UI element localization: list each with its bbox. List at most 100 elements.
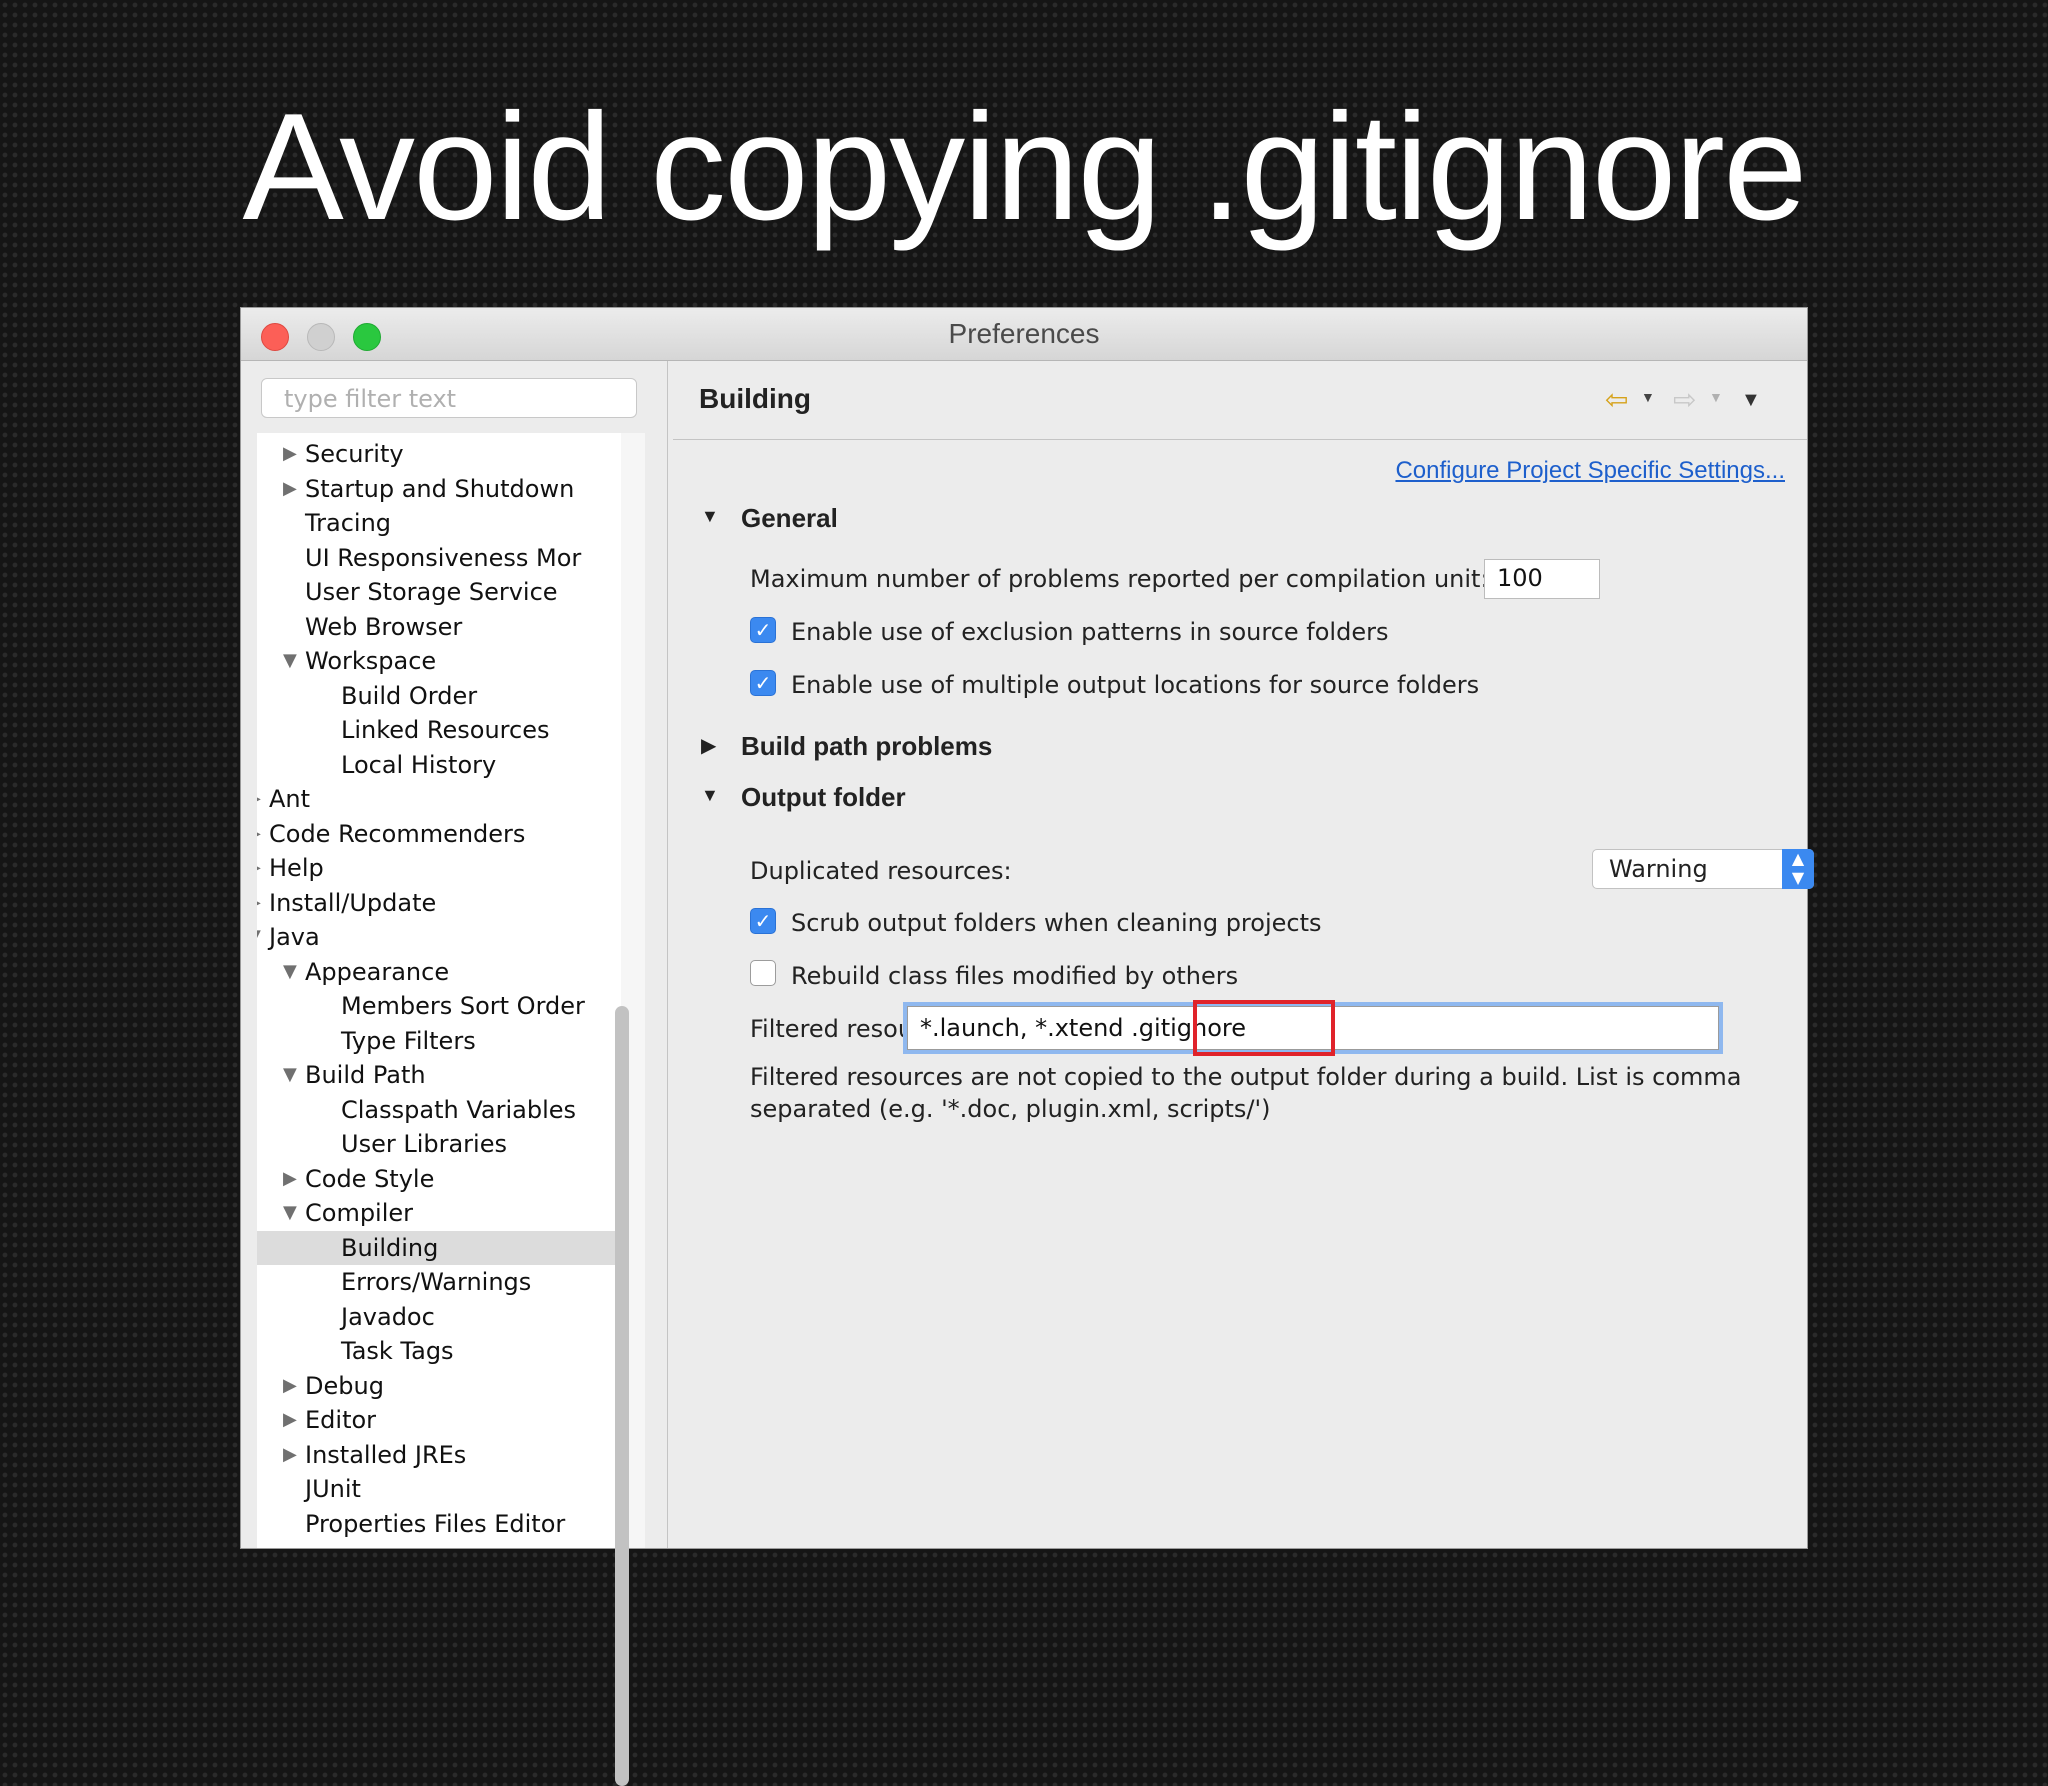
tree-item[interactable]: Type Filters: [257, 1024, 621, 1058]
tree-item-label: Ant: [269, 785, 311, 813]
tree-item[interactable]: User Libraries: [257, 1127, 621, 1161]
expanded-triangle-icon[interactable]: ▼: [283, 955, 297, 989]
collapsed-triangle-icon[interactable]: ▶: [283, 1403, 297, 1437]
tree-item[interactable]: ▼ Workspace: [257, 644, 621, 678]
collapsed-triangle-icon[interactable]: ▶: [283, 1438, 297, 1472]
tree-item-label: Installed JREs: [305, 1440, 467, 1469]
collapsed-triangle-icon[interactable]: ▶: [283, 1162, 297, 1196]
tree-item[interactable]: ▶ Ant: [257, 782, 621, 816]
build-path-problems-heading[interactable]: Build path problems: [741, 731, 992, 762]
tree-item[interactable]: ▶ Security: [257, 437, 621, 471]
back-dropdown-icon[interactable]: ▼: [1641, 389, 1655, 405]
tree-item-label: Compiler: [305, 1199, 414, 1227]
tree-item-label: Build Path: [305, 1061, 426, 1089]
tree-item-label: Code Style: [305, 1164, 435, 1193]
general-section-heading[interactable]: General: [741, 503, 838, 534]
tree-item[interactable]: User Storage Service: [257, 575, 621, 609]
collapsed-triangle-icon[interactable]: ▶: [283, 437, 297, 471]
preferences-window: Preferences type filter text ▶ Security ▶ S…: [241, 308, 1814, 1786]
collapsed-triangle-icon[interactable]: ▶: [257, 851, 261, 885]
tree-item[interactable]: Local History: [257, 748, 621, 782]
window-title: Preferences: [948, 318, 1100, 349]
tree-item[interactable]: Properties Files Editor: [257, 1507, 621, 1541]
tree-item[interactable]: ▶ Installed JREs: [257, 1438, 621, 1472]
preferences-sidebar: type filter text ▶ Security ▶ Startup and S…: [241, 361, 668, 1786]
tree-item-label: Errors/Warnings: [341, 1268, 532, 1296]
slide-title: Avoid copying .gitignore: [242, 82, 1807, 252]
tree-item[interactable]: Build Order: [257, 679, 621, 713]
output-folder-expanded-icon[interactable]: ▼: [701, 785, 719, 806]
tree-item[interactable]: Linked Resources: [257, 713, 621, 747]
tree-item[interactable]: Errors/Warnings: [257, 1265, 621, 1299]
tree-item-label: Web Browser: [305, 612, 463, 641]
tree-item[interactable]: ▶ Install/Update: [257, 886, 621, 920]
tree-item[interactable]: ▼ Compiler: [257, 1196, 621, 1230]
tree-item[interactable]: ▶ Editor: [257, 1403, 621, 1437]
tree-item[interactable]: Tracing: [257, 506, 621, 540]
tree-item-label: Security: [305, 440, 404, 468]
expanded-triangle-icon[interactable]: ▼: [283, 644, 297, 678]
back-arrow-icon[interactable]: ⇦: [1605, 383, 1628, 416]
collapsed-triangle-icon[interactable]: ▶: [257, 817, 261, 851]
output-folder-heading[interactable]: Output folder: [741, 782, 906, 813]
tree-item-label: Local History: [341, 750, 497, 779]
general-expanded-icon[interactable]: ▼: [701, 506, 719, 527]
tree-item-label: Task Tags: [341, 1337, 454, 1365]
rebuild-class-files-checkbox[interactable]: [750, 960, 776, 986]
expanded-triangle-icon[interactable]: ▼: [257, 920, 261, 954]
expanded-triangle-icon[interactable]: ▼: [283, 1058, 297, 1092]
build-path-problems-collapsed-icon[interactable]: ▶: [701, 733, 716, 758]
filter-input[interactable]: type filter text: [261, 378, 637, 418]
preference-page: Building ⇦ ▼ ⇨ ▼ ▼ Configure Project Spe…: [673, 361, 1814, 1548]
collapsed-triangle-icon[interactable]: ▶: [257, 782, 261, 816]
tree-item[interactable]: Javadoc: [257, 1300, 621, 1334]
tree-item[interactable]: ▶ Startup and Shutdown: [257, 472, 621, 506]
max-problems-input[interactable]: 100: [1484, 559, 1600, 599]
tree-item-label: Debug: [305, 1371, 384, 1400]
tree-item[interactable]: ▶ Code Recommenders: [257, 817, 621, 851]
tree-item-label: Help: [269, 854, 324, 882]
tree-item-label: Classpath Variables: [341, 1095, 577, 1124]
tree-item[interactable]: ▼ Build Path: [257, 1058, 621, 1092]
tree-item[interactable]: UI Responsiveness Mor: [257, 541, 621, 575]
max-problems-label: Maximum number of problems reported per …: [750, 565, 1489, 593]
tree-item[interactable]: JUnit: [257, 1472, 621, 1506]
tree-item-label: User Storage Service: [305, 578, 558, 606]
tree-item-label: Members Sort Order: [341, 992, 585, 1020]
multiple-output-checkbox[interactable]: ✓: [750, 670, 776, 696]
tree-item-label: Building: [341, 1233, 439, 1262]
tree-item-label: Linked Resources: [341, 716, 550, 744]
tree-item[interactable]: ▶ Help: [257, 851, 621, 885]
tree-item[interactable]: Building: [257, 1230, 621, 1265]
tree-item-label: User Libraries: [341, 1130, 507, 1158]
tree-scrollbar-thumb[interactable]: [615, 1006, 629, 1786]
tree-item-label: Editor: [305, 1406, 377, 1434]
tree-item[interactable]: ▼ Appearance: [257, 955, 621, 989]
tree-item-label: Javadoc: [341, 1302, 435, 1331]
exclusion-patterns-checkbox[interactable]: ✓: [750, 617, 776, 643]
tree-item-label: Install/Update: [269, 888, 437, 917]
configure-project-settings-link[interactable]: Configure Project Specific Settings...: [1395, 457, 1785, 485]
page-title: Building: [699, 383, 811, 414]
header-divider: [673, 439, 1807, 440]
collapsed-triangle-icon[interactable]: ▶: [283, 472, 297, 506]
duplicated-resources-select[interactable]: Warning ▲ ▼: [1592, 849, 1814, 889]
tree-item-label: Java: [269, 923, 320, 951]
expanded-triangle-icon[interactable]: ▼: [283, 1196, 297, 1230]
tree-item[interactable]: Web Browser: [257, 610, 621, 644]
tree-item[interactable]: ▶ Code Style: [257, 1162, 621, 1196]
preferences-tree: ▶ Security ▶ Startup and Shutdown Tracing UI …: [257, 433, 621, 1548]
tree-item[interactable]: ▶ Debug: [257, 1369, 621, 1403]
tree-item[interactable]: ▼ Java: [257, 920, 621, 954]
collapsed-triangle-icon[interactable]: ▶: [257, 886, 261, 920]
forward-arrow-icon[interactable]: ⇨: [1673, 383, 1696, 416]
tree-item-label: UI Responsiveness Mor: [305, 543, 582, 572]
view-menu-icon[interactable]: ▼: [1741, 389, 1761, 412]
tree-item[interactable]: Task Tags: [257, 1334, 621, 1368]
scrub-output-checkbox[interactable]: ✓: [750, 908, 776, 934]
tree-item[interactable]: Classpath Variables: [257, 1093, 621, 1127]
filtered-resources-help-line-1: Filtered resources are not copied to the…: [750, 1063, 1742, 1091]
tree-item[interactable]: Members Sort Order: [257, 989, 621, 1023]
collapsed-triangle-icon[interactable]: ▶: [283, 1369, 297, 1403]
forward-dropdown-icon[interactable]: ▼: [1709, 389, 1723, 405]
